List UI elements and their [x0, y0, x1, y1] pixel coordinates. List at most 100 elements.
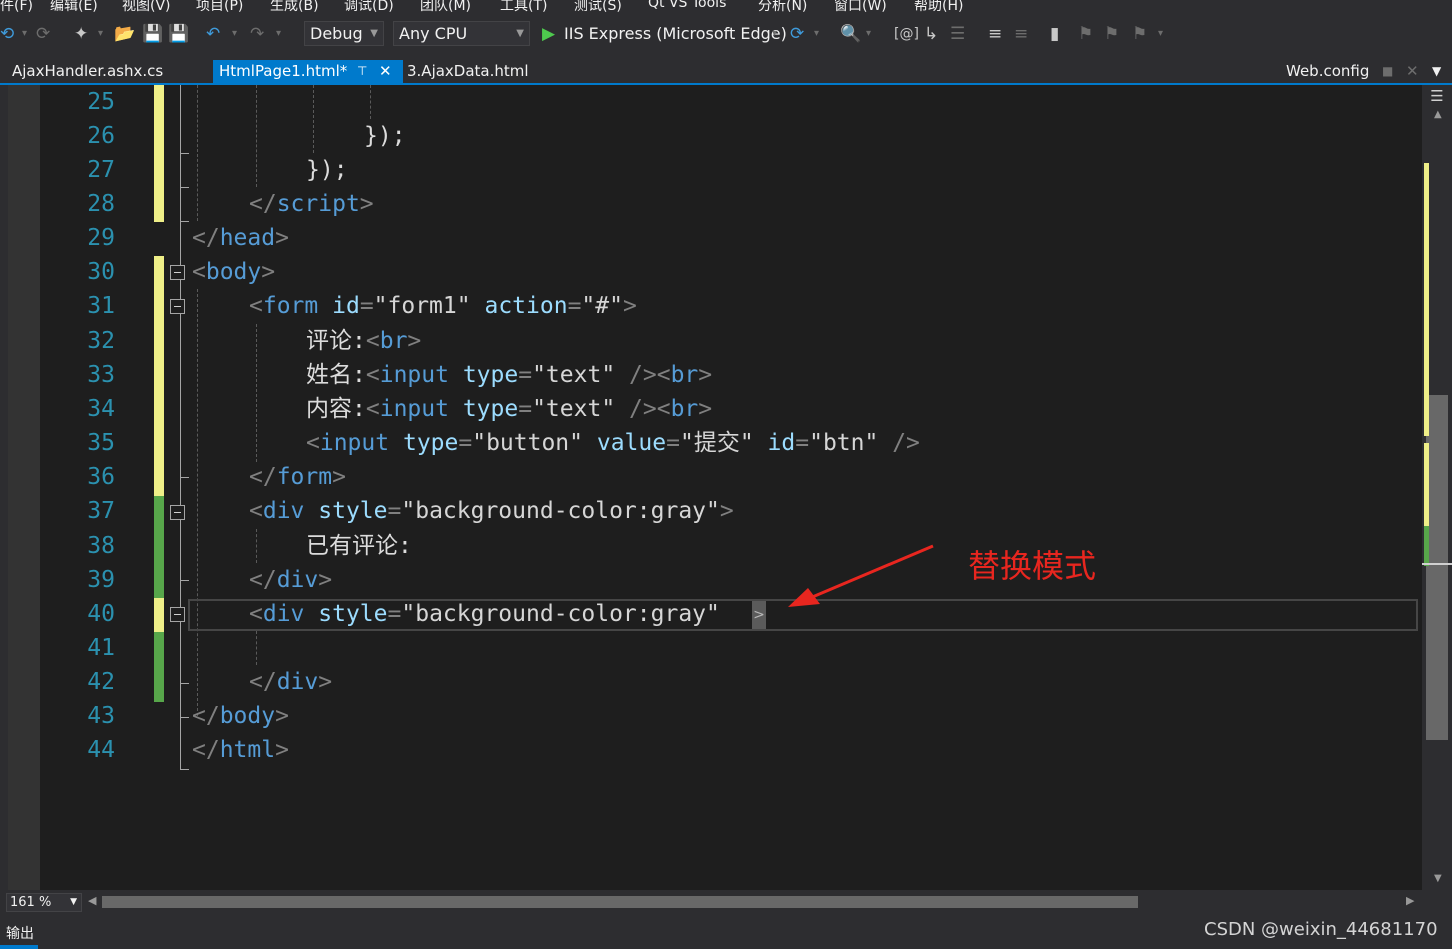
close-icon[interactable]: ✕	[1406, 60, 1419, 83]
collapse-form-toggle[interactable]	[170, 299, 185, 314]
new-dropdown-icon[interactable]: ▾	[98, 23, 103, 45]
code-line-32[interactable]: 评论:<br>	[306, 324, 421, 358]
menu-tools[interactable]: 工具(T)	[500, 0, 547, 14]
menu-analyze[interactable]: 分析(N)	[758, 0, 807, 14]
scroll-thumb[interactable]	[1426, 395, 1448, 740]
annotation-arrow	[788, 544, 934, 607]
code-token: >	[719, 498, 734, 524]
open-folder-icon[interactable]: 📂	[114, 23, 135, 45]
pin-icon[interactable]: ■	[1382, 60, 1393, 83]
menu-help[interactable]: 帮助(H)	[914, 0, 963, 14]
next-bookmark-icon[interactable]: ⚑	[1104, 23, 1119, 45]
close-icon[interactable]: ✕	[379, 60, 392, 83]
step-over-icon[interactable]: ☰	[950, 23, 965, 45]
code-line-38[interactable]: 已有评论:	[306, 529, 412, 563]
save-all-icon[interactable]: 💾	[168, 23, 189, 45]
menu-edit[interactable]: 编辑(E)	[50, 0, 98, 14]
menu-build[interactable]: 生成(B)	[270, 0, 319, 14]
collapse-div-toggle[interactable]	[170, 607, 185, 622]
undo-dropdown-icon[interactable]: ▾	[232, 23, 237, 45]
find-dropdown-icon[interactable]: ▾	[866, 23, 871, 45]
code-token: head	[219, 225, 276, 251]
platform-dropdown[interactable]: Any CPU ▼	[393, 21, 530, 46]
code-token: form	[262, 293, 319, 319]
save-icon[interactable]: 💾	[142, 23, 163, 45]
code-line-33[interactable]: 姓名:<input type="text" /><br>	[306, 358, 712, 392]
code-token: 评论:	[306, 328, 366, 354]
toolbar-overflow-icon[interactable]: ▾	[1158, 23, 1163, 45]
menu-project[interactable]: 项目(P)	[196, 0, 243, 14]
code-line-37[interactable]: <div style="background-color:gray">	[249, 494, 734, 528]
glyph-margin[interactable]	[8, 85, 40, 890]
zoom-dropdown[interactable]: 161 % ▼	[6, 893, 82, 912]
redo-icon[interactable]: ↷	[250, 23, 264, 45]
code-line-43[interactable]: </body>	[192, 699, 289, 733]
code-line-40[interactable]: <div style="background-color:gray"	[249, 597, 720, 631]
code-token: input	[379, 362, 449, 388]
scroll-up-icon[interactable]: ▲	[1434, 109, 1442, 120]
vertical-scrollbar[interactable]: ☰ ▲ ▼	[1422, 85, 1452, 890]
run-target-dropdown-icon[interactable]: ▾	[772, 23, 777, 45]
code-line-34[interactable]: 内容:<input type="text" /><br>	[306, 392, 712, 426]
code-token: >	[318, 669, 333, 695]
run-target-label[interactable]: IIS Express (Microsoft Edge)	[564, 23, 787, 45]
clear-bookmarks-icon[interactable]: ⚑	[1132, 23, 1147, 45]
outdent-icon[interactable]: ≡	[1014, 23, 1028, 45]
menu-debug[interactable]: 调试(D)	[344, 0, 394, 14]
tab-webconfig[interactable]: Web.config	[1286, 60, 1369, 83]
redo-dropdown-icon[interactable]: ▾	[276, 23, 281, 45]
scroll-left-icon[interactable]: ◀	[88, 894, 96, 907]
code-line-35[interactable]: <input type="button" value="提交" id="btn"…	[306, 426, 920, 460]
code-line-26[interactable]: });	[364, 119, 406, 153]
pin-icon[interactable]: ⊤	[357, 60, 367, 83]
scroll-right-icon[interactable]: ▶	[1406, 894, 1414, 907]
menu-team[interactable]: 团队(M)	[420, 0, 471, 14]
refresh-icon[interactable]: ⟳	[790, 23, 804, 45]
indent-icon[interactable]: ≡	[988, 23, 1002, 45]
config-dropdown[interactable]: Debug ▼	[304, 21, 384, 46]
collapse-div-toggle[interactable]	[170, 505, 185, 520]
code-token: />	[892, 430, 920, 456]
dropdown-arrow-icon[interactable]: ▾	[22, 23, 27, 45]
tab-htmlpage1[interactable]: HtmlPage1.html* ⊤ ✕	[213, 60, 403, 83]
navigate-forward-icon[interactable]: ⟳	[36, 23, 50, 45]
code-token: =	[795, 430, 810, 456]
split-view-icon[interactable]: ☰	[1428, 87, 1446, 105]
code-line-42[interactable]: </div>	[249, 665, 332, 699]
tab-ajaxdata[interactable]: 3.AjaxData.html	[407, 60, 529, 83]
code-line-39[interactable]: </div>	[249, 563, 332, 597]
line-number: 33	[87, 362, 115, 388]
breakpoints-icon[interactable]: [@]	[894, 23, 919, 45]
horizontal-scroll-thumb[interactable]	[102, 896, 1138, 908]
code-line-31[interactable]: <form id="form1" action="#">	[249, 289, 637, 323]
tab-label: AjaxHandler.ashx.cs	[12, 62, 164, 80]
collapse-body-toggle[interactable]	[170, 265, 185, 280]
tab-list-dropdown-icon[interactable]: ▼	[1432, 60, 1441, 83]
previous-bookmark-icon[interactable]: ⚑	[1078, 23, 1093, 45]
menu-test[interactable]: 测试(S)	[574, 0, 622, 14]
refresh-dropdown-icon[interactable]: ▾	[814, 23, 819, 45]
tab-ajaxhandler[interactable]: AjaxHandler.ashx.cs	[12, 60, 163, 83]
start-debug-icon[interactable]: ▶	[542, 23, 555, 45]
code-token: </	[249, 464, 277, 490]
menu-qt-vs-tools[interactable]: Qt VS Tools	[648, 0, 726, 11]
code-line-27[interactable]: });	[306, 153, 348, 187]
code-line-29[interactable]: </head>	[192, 221, 289, 255]
code-line-44[interactable]: </html>	[192, 733, 289, 767]
output-tab[interactable]: 输出	[6, 923, 34, 943]
undo-icon[interactable]: ↶	[206, 23, 220, 45]
code-line-28[interactable]: </script>	[249, 187, 374, 221]
step-into-icon[interactable]: ↳	[924, 23, 938, 45]
code-editor[interactable]: 25 26 27 28 29 30 31 32 33 34 35 36 37 3…	[0, 85, 1422, 890]
bookmark-icon[interactable]: ▮	[1050, 23, 1059, 45]
menu-window[interactable]: 窗口(W)	[834, 0, 887, 14]
menu-file[interactable]: 件(F)	[0, 0, 33, 14]
indent-guide	[197, 289, 198, 716]
navigate-back-icon[interactable]: ⟲	[0, 23, 14, 45]
scroll-down-icon[interactable]: ▼	[1434, 873, 1442, 884]
menu-view[interactable]: 视图(V)	[122, 0, 171, 14]
find-in-files-icon[interactable]: 🔍	[840, 23, 861, 45]
new-project-icon[interactable]: ✦	[74, 23, 88, 45]
code-line-36[interactable]: </form>	[249, 460, 346, 494]
code-line-30[interactable]: <body>	[192, 255, 275, 289]
